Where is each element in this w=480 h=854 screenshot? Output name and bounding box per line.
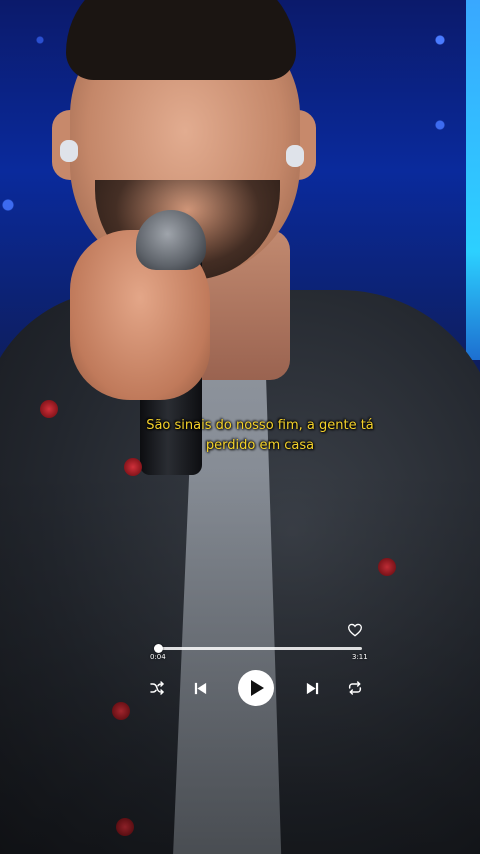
shuffle-button[interactable] (149, 680, 165, 696)
lyric-line-2: perdido em casa (205, 438, 315, 453)
playback-progress-bar[interactable] (154, 644, 362, 653)
lyric-line-1: São sinais do nosso fim, a gente tá (146, 418, 374, 433)
repeat-icon (347, 680, 363, 696)
elapsed-time: 0:04 (150, 653, 166, 661)
next-track-button[interactable] (305, 681, 320, 696)
repeat-button[interactable] (347, 680, 363, 696)
lyric-caption: São sinais do nosso fim, a gente tá perd… (100, 416, 420, 456)
play-button[interactable] (238, 670, 274, 706)
total-duration: 3:11 (352, 653, 368, 661)
previous-track-button[interactable] (193, 681, 208, 696)
video-frame: São sinais do nosso fim, a gente tá perd… (0, 0, 480, 854)
play-icon (249, 679, 265, 697)
skip-previous-icon (193, 681, 208, 696)
shuffle-icon (149, 680, 165, 696)
heart-icon[interactable] (347, 622, 363, 638)
skip-next-icon (305, 681, 320, 696)
